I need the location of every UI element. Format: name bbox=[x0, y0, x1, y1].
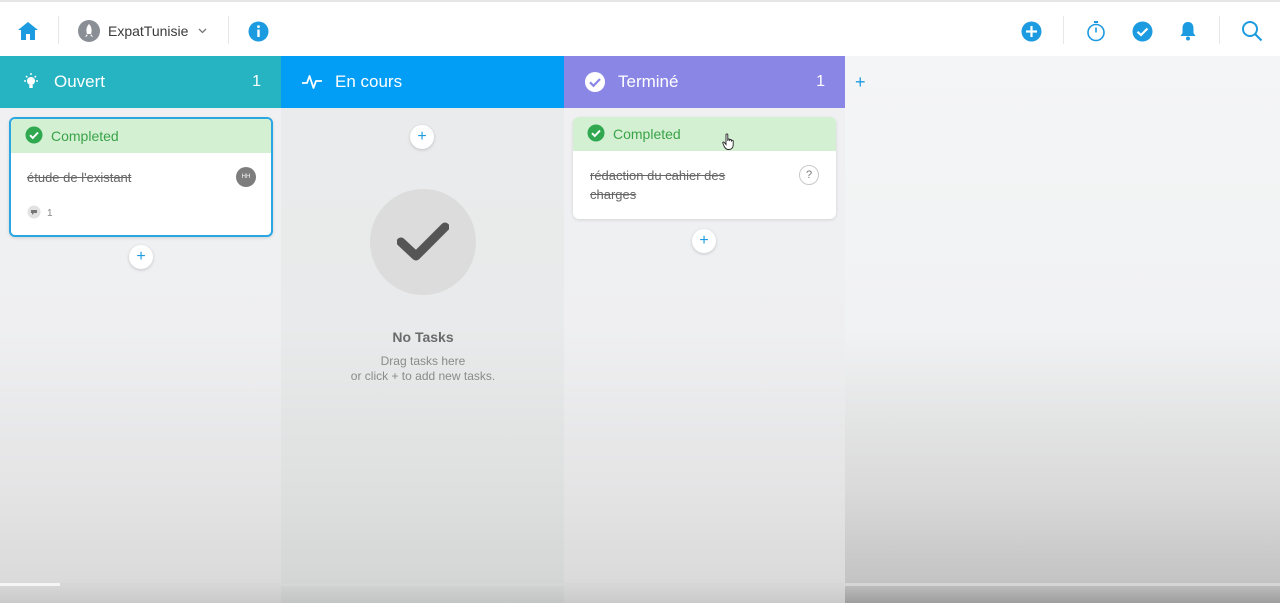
column-termine: Terminé 1 Completed rédaction du cahier … bbox=[564, 56, 845, 603]
column-count: 1 bbox=[252, 73, 261, 90]
comment-icon bbox=[27, 205, 41, 222]
unassigned-avatar[interactable]: ? bbox=[799, 165, 819, 185]
task-title[interactable]: rédaction du cahier des charges bbox=[590, 166, 725, 204]
task-card[interactable]: Completed rédaction du cahier des charge… bbox=[573, 117, 836, 219]
column-header-termine[interactable]: Terminé 1 bbox=[564, 56, 845, 108]
workspace-name: ExpatTunisie bbox=[108, 23, 189, 39]
divider bbox=[1063, 16, 1064, 44]
column-title: Terminé bbox=[618, 72, 679, 91]
hand-cursor-icon bbox=[722, 133, 736, 156]
check-circle-icon bbox=[25, 126, 43, 147]
status-label: Completed bbox=[613, 126, 681, 142]
divider bbox=[228, 16, 229, 44]
top-bar: ExpatTunisie bbox=[0, 0, 1280, 56]
status-label: Completed bbox=[51, 128, 119, 144]
status-badge[interactable]: Completed bbox=[573, 117, 836, 151]
status-badge[interactable]: Completed bbox=[11, 119, 271, 153]
search-icon[interactable] bbox=[1240, 19, 1264, 43]
column-header-en-cours[interactable]: En cours bbox=[281, 56, 564, 108]
comment-count-value: 1 bbox=[47, 208, 53, 219]
info-icon[interactable] bbox=[247, 20, 269, 42]
lightbulb-icon bbox=[20, 71, 42, 93]
divider bbox=[58, 16, 59, 44]
task-title[interactable]: étude de l'existant bbox=[27, 168, 131, 187]
video-progress-fill bbox=[0, 583, 61, 586]
chevron-down-icon bbox=[198, 26, 207, 37]
home-icon[interactable] bbox=[16, 20, 40, 42]
column-ouvert: Ouvert 1 Completed étude de l'existant H… bbox=[0, 56, 281, 603]
empty-state-hint-line: or click + to add new tasks. bbox=[350, 369, 496, 383]
workspace-avatar-icon bbox=[78, 20, 100, 42]
add-column-button[interactable]: + bbox=[855, 72, 866, 93]
activity-icon bbox=[301, 71, 323, 93]
column-title: Ouvert bbox=[54, 72, 106, 91]
check-circle-icon bbox=[587, 124, 605, 145]
empty-state-hint: Drag tasks here or click + to add new ta… bbox=[282, 354, 564, 384]
column-header-ouvert[interactable]: Ouvert 1 bbox=[0, 56, 281, 108]
add-icon[interactable] bbox=[1020, 20, 1042, 42]
workspace-selector[interactable]: ExpatTunisie bbox=[78, 19, 207, 43]
column-title: En cours bbox=[335, 72, 403, 91]
column-count: 1 bbox=[816, 73, 825, 90]
task-title-line: charges bbox=[590, 187, 637, 202]
timer-icon[interactable] bbox=[1085, 19, 1107, 43]
comment-count[interactable]: 1 bbox=[27, 205, 53, 222]
empty-state-checkmark-icon bbox=[370, 189, 476, 295]
add-task-button[interactable]: + bbox=[410, 125, 434, 149]
empty-state-title: No Tasks bbox=[392, 329, 454, 345]
bell-icon[interactable] bbox=[1177, 20, 1199, 42]
checkmark-icon[interactable] bbox=[1131, 20, 1153, 42]
task-card[interactable]: Completed étude de l'existant HH 1 bbox=[9, 117, 273, 237]
video-progress-bar[interactable] bbox=[0, 583, 1280, 586]
task-title-line: rédaction du cahier des bbox=[590, 168, 726, 183]
divider bbox=[1219, 16, 1220, 44]
add-task-button[interactable]: + bbox=[692, 229, 716, 253]
kanban-board: Ouvert 1 Completed étude de l'existant H… bbox=[0, 56, 1280, 603]
check-circle-icon bbox=[584, 71, 606, 93]
add-task-button[interactable]: + bbox=[129, 245, 153, 269]
avatar[interactable]: HH bbox=[236, 167, 256, 187]
empty-state-hint-line: Drag tasks here bbox=[380, 354, 466, 368]
